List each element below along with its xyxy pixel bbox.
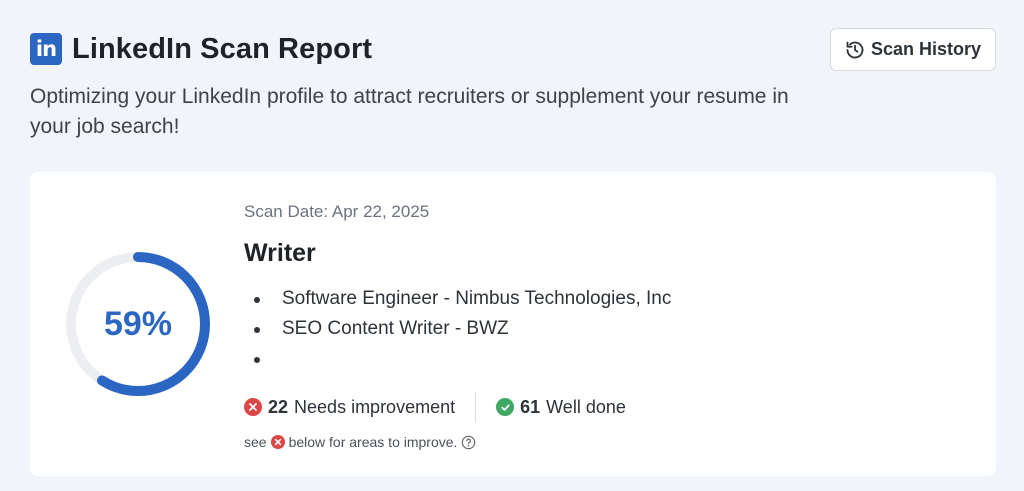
linkedin-logo: in bbox=[30, 33, 62, 65]
needs-improvement-label: Needs improvement bbox=[294, 396, 456, 417]
score-value: 59% bbox=[103, 304, 173, 343]
stats-row: 22 Needs improvement 61 Well done bbox=[244, 392, 671, 422]
job-title: Writer bbox=[244, 239, 316, 267]
hint-prefix: see bbox=[244, 434, 267, 450]
scan-history-label: Scan History bbox=[870, 39, 982, 59]
well-done-stat[interactable]: 61 Well done bbox=[496, 397, 626, 418]
experience-list: Software Engineer - Nimbus Technologies,… bbox=[244, 284, 671, 374]
needs-improvement-count: 22 bbox=[268, 396, 289, 417]
question-circle-icon[interactable] bbox=[461, 435, 476, 450]
page-subtitle: Optimizing your LinkedIn profile to attr… bbox=[30, 85, 789, 138]
well-done-label: Well done bbox=[546, 396, 626, 417]
experience-item: SEO Content Writer - BWZ bbox=[244, 314, 671, 344]
scan-date: Scan Date: Apr 22, 2025 bbox=[244, 202, 430, 221]
scan-history-button[interactable]: Scan History bbox=[830, 28, 996, 71]
needs-improvement-stat[interactable]: 22 Needs improvement bbox=[244, 397, 455, 418]
page-title: LinkedIn Scan Report bbox=[72, 32, 373, 65]
well-done-count: 61 bbox=[520, 396, 541, 417]
experience-item bbox=[244, 344, 671, 374]
scan-info: Scan Date: Apr 22, 2025 Writer Software … bbox=[244, 202, 671, 450]
x-circle-icon bbox=[270, 435, 285, 449]
page-header: in LinkedIn Scan Report Scan History Opt… bbox=[30, 28, 996, 142]
x-circle-icon bbox=[244, 398, 262, 416]
history-clock-icon bbox=[846, 41, 864, 58]
experience-item: Software Engineer - Nimbus Technologies,… bbox=[244, 284, 671, 314]
check-circle-icon bbox=[496, 398, 515, 416]
scan-report-card: 59% Scan Date: Apr 22, 2025 Writer Softw… bbox=[30, 172, 996, 476]
score-gauge: 59% bbox=[63, 249, 213, 399]
improve-hint: see below for areas to improve. bbox=[244, 434, 671, 450]
hint-suffix: below for areas to improve. bbox=[288, 434, 458, 450]
stats-divider bbox=[475, 392, 477, 422]
